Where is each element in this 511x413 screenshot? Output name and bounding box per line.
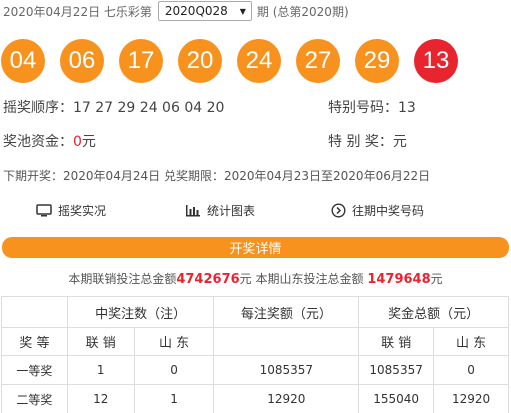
count-union: 12 bbox=[66, 384, 135, 413]
issue-select[interactable]: 2020Q028 ▼ bbox=[157, 1, 252, 21]
per-prize: 12920 bbox=[213, 384, 360, 413]
link-history[interactable]: 往期中奖号码 bbox=[331, 202, 424, 219]
draw-schedule: 下期开奖：2020年04月24日 兑奖期限：2020年04月23日至2020年0… bbox=[3, 167, 430, 184]
number-ball: 24 bbox=[237, 39, 281, 83]
link-history-label: 往期中奖号码 bbox=[352, 204, 425, 218]
draw-header: 2020年04月22日 七乐彩第 2020Q028 ▼ 期 (总第2020期) bbox=[3, 0, 349, 22]
sub-col-empty bbox=[213, 327, 360, 356]
total-union: 155040 bbox=[358, 384, 435, 413]
count-union: 1 bbox=[66, 355, 135, 385]
arrow-circle-icon bbox=[331, 203, 346, 218]
per-prize: 1085357 bbox=[213, 355, 360, 385]
col-winner-count: 中奖注数（注） bbox=[66, 296, 215, 328]
col-prize-level: 奖 等 bbox=[1, 327, 68, 356]
sales-suffix: 元 bbox=[430, 272, 443, 286]
prize-pool: 奖池资金：0元 bbox=[3, 131, 96, 151]
bar-chart-icon bbox=[186, 205, 200, 217]
total-union: 1085357 bbox=[358, 355, 435, 385]
monitor-icon bbox=[36, 204, 52, 217]
draw-order-label: 摇奖顺序： bbox=[3, 100, 73, 116]
total-shandong: 0 bbox=[433, 355, 509, 385]
prize-level: 二等奖 bbox=[1, 384, 68, 413]
draw-details-bar[interactable]: 开奖详情 bbox=[2, 237, 509, 258]
special-prize-label: 特 别 奖： bbox=[328, 134, 393, 150]
redeem-label: 兑奖期限： bbox=[163, 169, 224, 183]
sub-col-shandong: 山 东 bbox=[133, 327, 215, 356]
link-charts[interactable]: 统计图表 bbox=[185, 202, 255, 219]
draw-order-value: 17 27 29 24 06 04 20 bbox=[73, 100, 225, 116]
number-ball: 20 bbox=[178, 39, 222, 83]
redeem-range: 2020年04月23日至2020年06月22日 bbox=[223, 169, 431, 183]
col-prize-spacer bbox=[1, 296, 68, 328]
prize-pool-amount: 0 bbox=[73, 134, 82, 150]
prize-table: 中奖注数（注） 每注奖额（元） 奖金总额（元） 奖 等 联 销 山 东 联 销 … bbox=[1, 296, 509, 413]
total-issue-text: 期 (总第2020期) bbox=[256, 4, 349, 19]
col-per-prize: 每注奖额（元） bbox=[213, 296, 360, 328]
col-total-prize: 奖金总额（元） bbox=[358, 296, 509, 328]
chevron-down-icon: ▼ bbox=[239, 6, 246, 16]
link-charts-label: 统计图表 bbox=[207, 204, 256, 218]
prize-pool-label: 奖池资金： bbox=[3, 134, 73, 150]
draw-date-text: 2020年04月22日 七乐彩第 bbox=[3, 4, 152, 19]
count-shandong: 1 bbox=[133, 384, 215, 413]
number-ball: 06 bbox=[60, 39, 104, 83]
total-shandong: 12920 bbox=[433, 384, 509, 413]
number-ball: 27 bbox=[296, 39, 340, 83]
special-number-value: 13 bbox=[398, 100, 416, 116]
next-draw-date: 2020年04月24日 bbox=[63, 169, 161, 183]
union-sales-amount: 4742676 bbox=[176, 272, 240, 287]
special-prize-unit: 元 bbox=[392, 134, 407, 150]
prize-pool-unit: 元 bbox=[81, 134, 96, 150]
number-ball: 04 bbox=[1, 39, 45, 83]
sales-prefix: 本期联销投注总金额 bbox=[68, 272, 177, 286]
count-shandong: 0 bbox=[133, 355, 215, 385]
draw-order: 摇奖顺序：17 27 29 24 06 04 20 bbox=[3, 97, 224, 117]
table-row: 二等奖 12 1 12920 155040 12920 bbox=[1, 384, 509, 413]
sub-col-shandong: 山 东 bbox=[433, 327, 509, 356]
number-ball: 29 bbox=[355, 39, 399, 83]
sub-col-union: 联 销 bbox=[358, 327, 435, 356]
special-prize: 特 别 奖：元 bbox=[328, 131, 407, 151]
sales-summary: 本期联销投注总金额4742676元 本期山东投注总金额 1479648元 bbox=[0, 270, 511, 287]
prize-level: 一等奖 bbox=[1, 355, 68, 385]
next-draw-label: 下期开奖： bbox=[3, 169, 64, 183]
table-row: 一等奖 1 0 1085357 1085357 0 bbox=[1, 355, 509, 385]
special-number: 特别号码：13 bbox=[328, 97, 416, 117]
issue-select-value: 2020Q028 bbox=[164, 4, 228, 18]
link-live-draw[interactable]: 摇奖实况 bbox=[36, 202, 106, 219]
number-ball: 17 bbox=[119, 39, 163, 83]
special-number-ball: 13 bbox=[414, 39, 458, 83]
shandong-sales-amount: 1479648 bbox=[367, 272, 431, 287]
sub-col-union: 联 销 bbox=[66, 327, 135, 356]
special-number-label: 特别号码： bbox=[328, 100, 398, 116]
sales-middle: 元 本期山东投注总金额 bbox=[239, 272, 364, 286]
link-live-draw-label: 摇奖实况 bbox=[58, 204, 107, 218]
